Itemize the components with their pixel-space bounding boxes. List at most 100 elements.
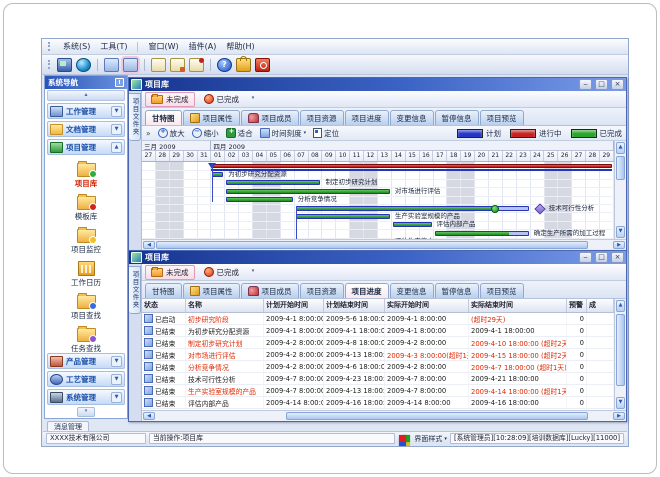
menu-item[interactable]: 帮助(H) <box>226 41 254 52</box>
gantt-window-titlebar[interactable]: 项目库 <box>129 78 626 91</box>
column-header-计划开始时间[interactable]: 计划开始时间 <box>264 299 324 312</box>
tab-项目预览[interactable]: 项目预览 <box>480 283 524 298</box>
folder-blue-icon[interactable] <box>104 58 119 72</box>
scroll-up-button[interactable] <box>616 142 625 154</box>
scroll-right-button[interactable] <box>613 412 625 420</box>
sidebar-group-系统管理[interactable]: 系统管理▼ <box>47 389 125 405</box>
minimize-button[interactable] <box>579 79 592 90</box>
tab-项目属性[interactable]: 项目属性 <box>183 283 240 298</box>
column-header-成[interactable]: 成 <box>587 299 614 312</box>
tab-暂停信息[interactable]: 暂停信息 <box>435 283 479 298</box>
scroll-left-button[interactable] <box>143 412 155 420</box>
gantt-bar-分析竞争情况[interactable] <box>226 197 292 202</box>
menu-item[interactable]: 系统(S) <box>63 41 90 52</box>
menu-item[interactable]: 插件(A) <box>189 41 217 52</box>
menu-item[interactable]: 窗口(W) <box>148 41 178 52</box>
table-vertical-scrollbar[interactable] <box>614 299 626 410</box>
table-row[interactable]: 已结束生产实验室规模的产品2009-4-7 8:00:002009-4-13 1… <box>142 385 614 397</box>
gantt-bar-对市场进行评估[interactable] <box>226 189 390 194</box>
filter-button-未完成[interactable]: 未完成 <box>145 92 195 107</box>
mail-icon[interactable] <box>151 58 166 72</box>
tab-项目成员[interactable]: 项目成员 <box>241 283 299 298</box>
column-header-状态[interactable]: 状态 <box>142 299 186 312</box>
chevron-down-icon[interactable]: ▼ <box>111 374 122 385</box>
table-row[interactable]: 已启动初步研究阶段2009-4-1 8:00:002009-5-6 18:00:… <box>142 313 614 325</box>
project-folder-side-tab[interactable]: 项目文件夹 <box>129 93 141 141</box>
sidebar-collapse-button[interactable] <box>47 90 125 101</box>
tab-暂停信息[interactable]: 暂停信息 <box>435 110 479 125</box>
maximize-button[interactable] <box>595 79 608 90</box>
lock-icon[interactable] <box>236 58 251 72</box>
table-row[interactable]: 已结束为初步研究分配资源2009-4-1 8:00:002009-4-1 18:… <box>142 325 614 337</box>
tab-项目属性[interactable]: 项目属性 <box>183 110 240 125</box>
gantt-summary-bar-初步研究阶段[interactable] <box>211 164 612 168</box>
sidebar-group-工作管理[interactable]: 工作管理▼ <box>47 103 125 119</box>
tool-定位[interactable]: 定位 <box>313 128 339 139</box>
gantt-horizontal-scrollbar[interactable] <box>142 239 626 250</box>
help-icon[interactable] <box>217 58 232 72</box>
tool-缩小[interactable]: 缩小 <box>192 128 219 139</box>
column-header-预警[interactable]: 预警 <box>567 299 587 312</box>
column-header-名称[interactable]: 名称 <box>186 299 264 312</box>
tab-项目进度[interactable]: 项目进度 <box>345 110 389 125</box>
filter-button-已完成[interactable]: 已完成 <box>198 265 246 280</box>
chevron-down-icon[interactable]: ▼ <box>111 124 122 135</box>
tab-项目成员[interactable]: 项目成员 <box>241 110 299 125</box>
minimize-button[interactable] <box>579 252 592 263</box>
gantt-bar-为初步研究分配资源[interactable] <box>212 172 223 177</box>
scrollbar-thumb[interactable] <box>616 156 625 180</box>
filter-dropdown-button[interactable] <box>248 267 258 277</box>
tab-项目预览[interactable]: 项目预览 <box>480 110 524 125</box>
scrollbar-thumb[interactable] <box>286 412 588 420</box>
table-row[interactable]: 已结束分析竞争情况2009-4-2 8:00:002009-4-6 18:00:… <box>142 361 614 373</box>
sidebar-item-任务查找[interactable]: 任务查找 <box>45 323 127 352</box>
sidebar-group-项目管理[interactable]: 项目管理▲ <box>47 139 125 155</box>
chevron-up-icon[interactable]: ▲ <box>111 142 122 153</box>
sidebar-group-文档管理[interactable]: 文档管理▼ <box>47 121 125 137</box>
mail-write-icon[interactable] <box>170 58 185 72</box>
table-row[interactable]: 已结束制定初步研究计划2009-4-2 8:00:002009-4-8 18:0… <box>142 337 614 349</box>
mail-flag-icon[interactable] <box>189 58 204 72</box>
chevron-down-icon[interactable]: ▼ <box>111 106 122 117</box>
pin-icon[interactable] <box>115 78 124 87</box>
globe-icon[interactable] <box>76 58 91 72</box>
menu-item[interactable]: 工具(T) <box>100 41 127 52</box>
filter-button-未完成[interactable]: 未完成 <box>145 265 195 280</box>
filter-dropdown-button[interactable] <box>248 94 258 104</box>
table-row[interactable]: 已结束技术可行性分析2009-4-7 8:00:002009-4-23 18:0… <box>142 373 614 385</box>
sidebar-item-项目监控[interactable]: 项目监控 <box>45 224 127 257</box>
table-horizontal-scrollbar[interactable] <box>142 410 626 421</box>
sidebar-group-产品管理[interactable]: 产品管理▼ <box>47 353 125 369</box>
interface-style-button[interactable]: 界面样式 ▾ <box>414 434 447 444</box>
tools-overflow-button[interactable]: » <box>146 129 151 138</box>
sidebar-group-工艺管理[interactable]: 工艺管理▼ <box>47 371 125 387</box>
scroll-left-button[interactable] <box>143 241 155 249</box>
gantt-bar-生产实验室规模的产品[interactable] <box>296 214 390 219</box>
scrollbar-thumb[interactable] <box>156 241 588 249</box>
sidebar-item-项目查找[interactable]: 项目查找 <box>45 290 127 323</box>
tab-甘特图[interactable]: 甘特图 <box>145 283 182 298</box>
tab-变更信息[interactable]: 变更信息 <box>390 283 434 298</box>
maximize-button[interactable] <box>595 252 608 263</box>
gantt-vertical-scrollbar[interactable] <box>614 141 626 239</box>
monitor-icon[interactable] <box>57 58 72 72</box>
scroll-up-button[interactable] <box>616 300 625 312</box>
scroll-down-button[interactable] <box>616 397 625 409</box>
tool-适合[interactable]: 适合 <box>226 128 253 139</box>
column-header-实际结束时间[interactable]: 实际结束时间 <box>469 299 567 312</box>
tool-时间刻度[interactable]: 时间刻度▾ <box>260 128 307 139</box>
close-button[interactable] <box>611 79 624 90</box>
chevron-down-icon[interactable]: ▼ <box>111 392 122 403</box>
tool-放大[interactable]: 放大 <box>158 128 185 139</box>
exit-icon[interactable] <box>255 58 270 72</box>
close-button[interactable] <box>611 252 624 263</box>
tab-项目资源[interactable]: 项目资源 <box>300 110 344 125</box>
filter-button-已完成[interactable]: 已完成 <box>198 92 246 107</box>
folder-open-icon[interactable] <box>123 58 138 72</box>
tab-甘特图[interactable]: 甘特图 <box>145 110 182 125</box>
gantt-body[interactable]: 为初步研究分配资源制定初步研究计划对市场进行评估分析竞争情况技术可行性分析生产实… <box>142 162 614 239</box>
tab-项目资源[interactable]: 项目资源 <box>300 283 344 298</box>
sidebar-item-模板库[interactable]: 模板库 <box>45 191 127 224</box>
scroll-right-button[interactable] <box>613 241 625 249</box>
tab-项目进度[interactable]: 项目进度 <box>345 283 389 298</box>
